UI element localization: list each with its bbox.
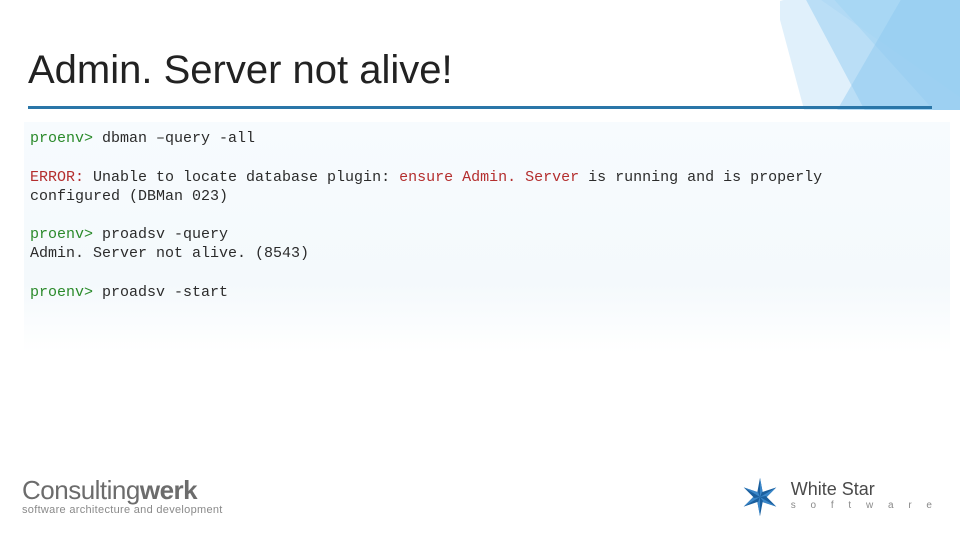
logo-text-part2: werk	[140, 475, 197, 505]
logo-text-part1: Consulting	[22, 475, 140, 505]
command-text: proadsv -query	[93, 226, 228, 243]
prompt: proenv>	[30, 130, 93, 147]
corner-graphic	[780, 0, 960, 110]
output-text: Admin. Server not alive. (8543)	[30, 245, 944, 264]
error-text-2: is running and is properly	[579, 169, 822, 186]
command-block-3: proenv> proadsv -start	[30, 284, 944, 303]
error-highlight: ensure Admin. Server	[399, 169, 579, 186]
logo-right-line1: White Star	[791, 480, 938, 498]
slide: Admin. Server not alive! proenv> dbman –…	[0, 0, 960, 540]
title-underline	[28, 106, 932, 109]
terminal-block: proenv> dbman –query -all ERROR: Unable …	[24, 122, 950, 353]
logo-consultingwerk: Consultingwerk software architecture and…	[22, 475, 223, 516]
error-block: ERROR: Unable to locate database plugin:…	[30, 169, 944, 207]
page-title: Admin. Server not alive!	[28, 48, 453, 93]
logo-right-line2: s o f t w a r e	[791, 498, 938, 514]
command-block-2: proenv> proadsv -query Admin. Server not…	[30, 226, 944, 264]
star-icon	[737, 474, 783, 520]
logo-white-star: White Star s o f t w a r e	[737, 474, 938, 520]
prompt: proenv>	[30, 284, 93, 301]
logo-subtitle: software architecture and development	[22, 504, 223, 516]
error-text: Unable to locate database plugin:	[84, 169, 399, 186]
error-text-3: configured (DBMan 023)	[30, 188, 944, 207]
command-text: dbman –query -all	[93, 130, 255, 147]
command-text: proadsv -start	[93, 284, 228, 301]
error-label: ERROR:	[30, 169, 84, 186]
command-block-1: proenv> dbman –query -all	[30, 130, 944, 149]
prompt: proenv>	[30, 226, 93, 243]
